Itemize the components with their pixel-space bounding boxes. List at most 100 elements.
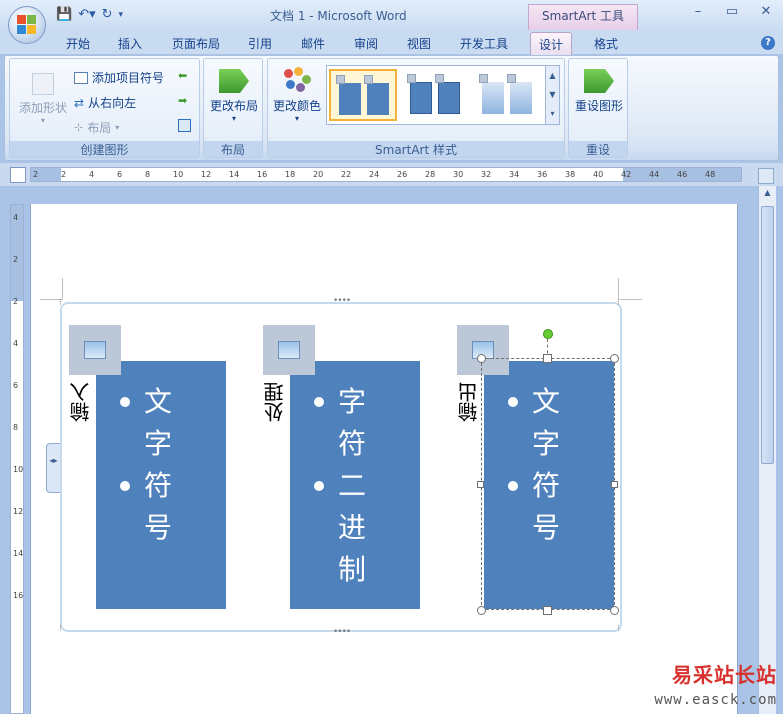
- close-button[interactable]: ✕: [749, 4, 783, 19]
- smartart-tools-title: SmartArt 工具: [528, 4, 638, 30]
- picture-icon: [278, 341, 300, 359]
- ruler-tick-label: 16: [257, 170, 268, 179]
- resize-handle-se[interactable]: [610, 606, 619, 615]
- ruler-tick-label: 28: [425, 170, 436, 179]
- text-pane-toggle[interactable]: ◂▸: [46, 443, 60, 493]
- minimize-button[interactable]: –: [681, 4, 715, 19]
- tab-home[interactable]: 开始: [66, 35, 90, 52]
- promote-arrow-icon[interactable]: ⬅: [178, 69, 187, 82]
- add-shape-icon: [32, 73, 54, 95]
- save-icon[interactable]: 💾: [56, 7, 72, 22]
- ruler-tick-label: 30: [453, 170, 464, 179]
- add-shape-button[interactable]: 添加形状 ▾: [16, 67, 70, 125]
- tab-references[interactable]: 引用: [248, 35, 272, 52]
- tab-page-layout[interactable]: 页面布局: [172, 35, 220, 52]
- ruler-tick-label: 40: [593, 170, 604, 179]
- resize-handle-s[interactable]: [543, 606, 552, 615]
- bullet-list-icon: [74, 71, 88, 84]
- tab-format[interactable]: 格式: [594, 35, 618, 52]
- view-ruler-icon[interactable]: [758, 168, 774, 184]
- change-layout-button[interactable]: 更改布局 ▾: [206, 67, 262, 123]
- watermark-url: www.easck.com: [654, 692, 777, 708]
- tab-selector[interactable]: [10, 167, 26, 183]
- tab-mailings[interactable]: 邮件: [301, 35, 325, 52]
- horizontal-ruler[interactable]: 2 2 4 6 8 10 12 14 16 18 20 22 24 26 28 30 32 34 36 38 40 42 4…: [30, 167, 742, 182]
- ruler-tick-label: 16: [13, 591, 24, 600]
- frame-handle[interactable]: ⁝: [59, 298, 62, 308]
- ruler-tick-label: 18: [285, 170, 296, 179]
- chevron-down-icon: ▾: [40, 116, 45, 125]
- frame-handle[interactable]: ••••: [333, 627, 351, 637]
- picture-icon: [84, 341, 106, 359]
- ribbon-tabs: 开始 插入 页面布局 引用 邮件 审阅 视图 开发工具 设计 格式: [0, 32, 783, 55]
- resize-handle-sw[interactable]: [477, 606, 486, 615]
- ruler-tick-label: 4: [89, 170, 95, 179]
- gallery-more-icon[interactable]: ▾: [546, 104, 559, 123]
- style-option-3[interactable]: [473, 69, 541, 121]
- customize-qat-icon[interactable]: ▾: [119, 10, 124, 20]
- tab-insert[interactable]: 插入: [118, 35, 142, 52]
- resize-handle-ne[interactable]: [610, 354, 619, 363]
- shape-label-2[interactable]: 处理: [260, 382, 289, 422]
- ruler-tick-label: 48: [705, 170, 716, 179]
- undo-icon[interactable]: ↶▾: [78, 7, 95, 22]
- group-label: 重设: [569, 141, 627, 157]
- tab-view[interactable]: 视图: [407, 35, 431, 52]
- frame-handle[interactable]: ⁝: [617, 298, 620, 308]
- right-to-left-button[interactable]: ⇄ 从右向左: [74, 94, 136, 111]
- resize-handle-nw[interactable]: [477, 354, 486, 363]
- add-bullet-button[interactable]: 添加项目符号: [74, 69, 164, 86]
- vertical-ruler[interactable]: 4 2 2 4 6 8 10 12 14 16: [10, 204, 24, 714]
- office-button[interactable]: [8, 6, 46, 44]
- vertical-scrollbar[interactable]: ▲: [758, 186, 776, 714]
- frame-handle[interactable]: ••••: [333, 296, 351, 306]
- color-palette-icon: [282, 67, 312, 93]
- ruler-tick-label: 22: [341, 170, 352, 179]
- redo-icon[interactable]: ↻: [102, 7, 113, 22]
- ruler-tick-label: 8: [13, 423, 19, 432]
- maximize-button[interactable]: ▭: [715, 4, 749, 19]
- ruler-tick-label: 14: [229, 170, 240, 179]
- style-option-2[interactable]: [401, 69, 469, 121]
- reset-graphic-button[interactable]: 重设图形: [571, 67, 627, 114]
- watermark-logo: 易采站长站: [672, 663, 777, 687]
- ruler-tick-label: 34: [509, 170, 520, 179]
- crop-mark: [620, 299, 642, 300]
- ruler-tick-label: 12: [13, 507, 24, 516]
- smartart-shape-2[interactable]: 字符 二进制: [290, 361, 420, 609]
- scroll-up-icon[interactable]: ▲: [546, 66, 559, 85]
- ruler-tick-label: 8: [145, 170, 151, 179]
- resize-handle-e[interactable]: [611, 481, 618, 488]
- style-option-1[interactable]: [329, 69, 397, 121]
- tab-review[interactable]: 审阅: [354, 35, 378, 52]
- scrollbar-thumb[interactable]: [761, 206, 774, 464]
- shape-label-1[interactable]: 输入: [66, 382, 95, 422]
- tab-design[interactable]: 设计: [530, 32, 573, 55]
- gallery-scroll[interactable]: ▲ ▼ ▾: [545, 66, 559, 124]
- rotation-handle[interactable]: [543, 329, 553, 339]
- frame-handle[interactable]: ⁝: [59, 624, 62, 634]
- layout-button[interactable]: ⊹ 布局 ▾: [74, 119, 119, 136]
- swap-arrows-icon: ⇄: [74, 95, 85, 110]
- scroll-up-icon[interactable]: ▲: [761, 188, 774, 202]
- smartart-styles-group: 更改颜色 ▾ ▲ ▼ ▾ SmartArt 样式: [267, 58, 565, 158]
- frame-handle[interactable]: ⁝: [617, 624, 620, 634]
- shape-label-3[interactable]: 输出: [454, 382, 483, 422]
- layout-group: 更改布局 ▾ 布局: [203, 58, 263, 158]
- ruler-tick-label: 46: [677, 170, 688, 179]
- resize-handle-n[interactable]: [543, 354, 552, 363]
- change-colors-button[interactable]: 更改颜色 ▾: [270, 67, 324, 123]
- title-bar: 💾 ↶▾ ↻ ▾ 文档 1 - Microsoft Word SmartArt …: [0, 0, 783, 32]
- smartart-shape-1[interactable]: 文字 符号: [96, 361, 226, 609]
- text-pane-icon[interactable]: [178, 119, 191, 132]
- resize-handle-w[interactable]: [477, 481, 484, 488]
- picture-placeholder-2[interactable]: [263, 325, 315, 375]
- help-icon[interactable]: ?: [761, 36, 775, 50]
- tab-developer[interactable]: 开发工具: [460, 35, 508, 52]
- picture-placeholder-1[interactable]: [69, 325, 121, 375]
- scroll-down-icon[interactable]: ▼: [546, 85, 559, 104]
- selection-border: [481, 358, 615, 610]
- demote-arrow-icon[interactable]: ➡: [178, 94, 187, 107]
- org-chart-icon: ⊹: [74, 121, 84, 134]
- crop-mark: [618, 278, 619, 300]
